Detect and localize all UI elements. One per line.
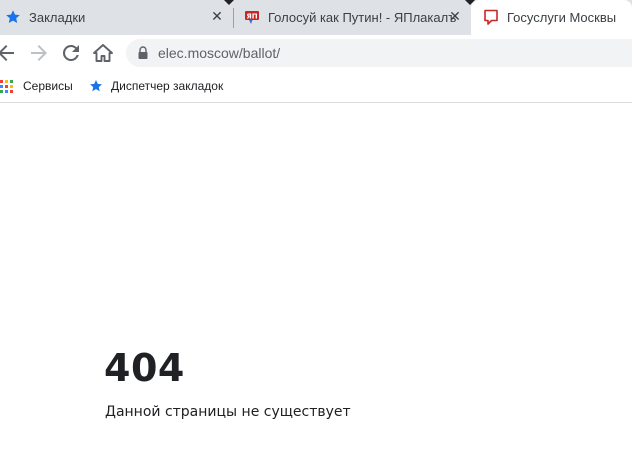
gosuslugi-icon [484, 9, 498, 25]
apps-grid-icon [0, 80, 13, 93]
bookmarks-bar: Сервисы Диспетчер закладок [0, 71, 632, 103]
error-message: Данной страницы не существует [105, 404, 351, 420]
svg-text:ЯП: ЯП [246, 13, 257, 21]
browser-toolbar [0, 35, 632, 71]
error-code-heading: 404 [104, 346, 185, 390]
lock-icon[interactable] [137, 46, 149, 60]
tab-title: Госуслуги Москвы [507, 10, 617, 25]
tab-yaplakal[interactable]: ЯП Голосуй как Путин! - ЯПлакалъ ✕ [234, 0, 470, 35]
tab-strip: Закладки ✕ ЯП Голосуй как Путин! - ЯПлак… [0, 0, 632, 35]
tab-title: Закладки [29, 10, 86, 25]
yaplakal-icon: ЯП [245, 11, 259, 24]
tab-gosuslugi[interactable]: Госуслуги Москвы [471, 0, 632, 35]
forward-arrow-icon[interactable] [27, 41, 51, 65]
star-icon [90, 80, 102, 92]
address-bar[interactable] [126, 39, 632, 67]
bookmark-manager[interactable]: Диспетчер закладок [89, 76, 223, 96]
close-tab-icon[interactable]: ✕ [208, 8, 226, 26]
tab-bookmarks[interactable]: Закладки ✕ [0, 0, 232, 35]
bookmark-label: Сервисы [23, 79, 73, 93]
reload-icon[interactable] [59, 41, 83, 65]
close-tab-icon[interactable]: ✕ [446, 8, 464, 26]
back-arrow-icon[interactable] [0, 41, 18, 65]
home-icon[interactable] [91, 41, 115, 65]
star-icon [6, 10, 20, 23]
bookmark-services[interactable]: Сервисы [0, 76, 73, 96]
address-input[interactable] [158, 43, 558, 63]
bookmark-label: Диспетчер закладок [111, 79, 224, 93]
tab-title: Голосуй как Путин! - ЯПлакалъ [268, 10, 457, 25]
